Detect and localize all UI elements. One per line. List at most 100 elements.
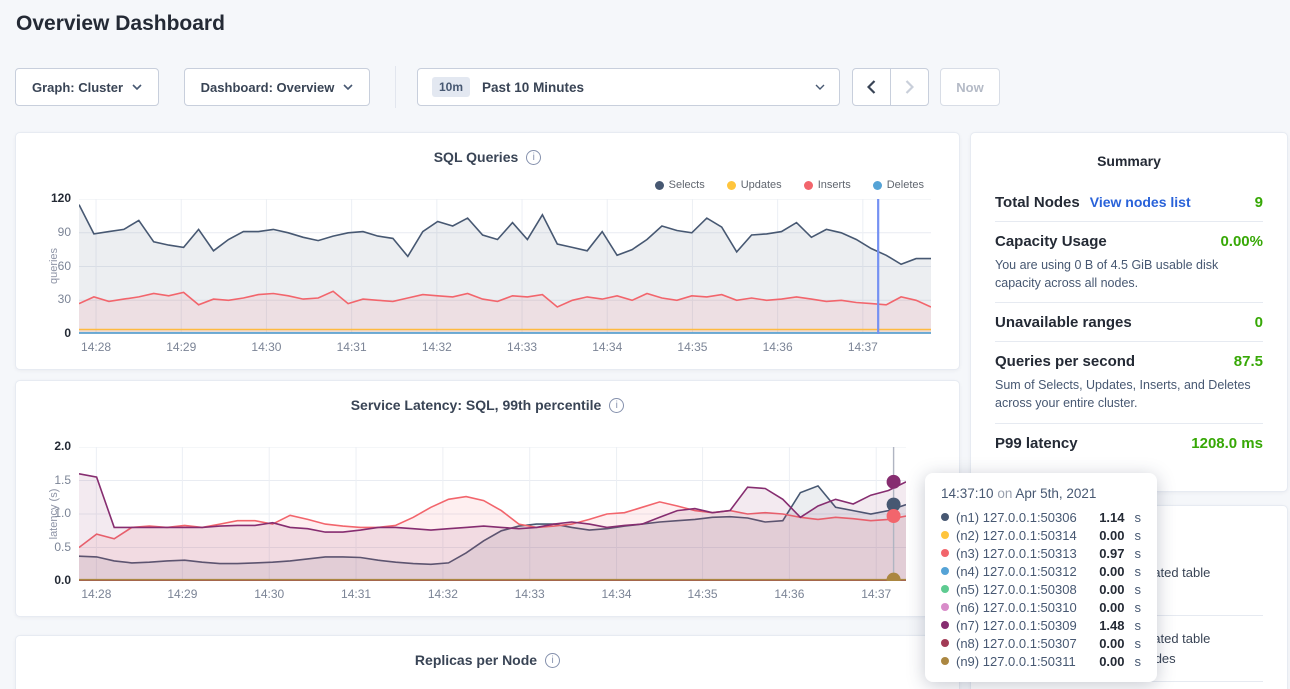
summary-value: 0.00% — [1220, 233, 1263, 250]
x-tick-label: 14:30 — [254, 587, 284, 601]
tooltip-node-label: (n4) 127.0.0.1:50312 — [956, 564, 1077, 579]
tooltip-node-unit: s — [1135, 510, 1142, 525]
tooltip-node-unit: s — [1135, 636, 1142, 651]
dashboard-dropdown-label: Dashboard: Overview — [201, 80, 335, 95]
chevron-right-icon — [905, 80, 914, 94]
chevron-down-icon — [815, 84, 825, 90]
summary-value: 87.5 — [1234, 353, 1263, 370]
summary-value: 0 — [1255, 314, 1263, 331]
tooltip-node-label: (n9) 127.0.0.1:50311 — [956, 654, 1076, 669]
page-title: Overview Dashboard — [16, 12, 225, 36]
node-color-dot — [941, 549, 949, 557]
summary-value: 9 — [1255, 194, 1263, 211]
legend-dot — [873, 181, 882, 190]
tooltip-row: (n4) 127.0.0.1:503120.00s — [941, 562, 1141, 580]
node-color-dot — [941, 621, 949, 629]
tooltip-node-label: (n3) 127.0.0.1:50313 — [956, 546, 1077, 561]
x-tick-label: 14:28 — [81, 340, 111, 354]
time-range-dropdown[interactable]: 10m Past 10 Minutes — [417, 68, 840, 106]
summary-row-capacity-usage: Capacity Usage 0.00% You are using 0 B o… — [995, 222, 1263, 303]
next-time-window-button[interactable] — [890, 68, 929, 106]
x-tick-label: 14:37 — [861, 587, 891, 601]
now-button[interactable]: Now — [940, 68, 1000, 106]
x-tick-label: 14:28 — [81, 587, 111, 601]
summary-subtext: You are using 0 B of 4.5 GiB usable disk… — [995, 256, 1263, 292]
info-icon[interactable]: i — [609, 398, 624, 413]
sql-queries-plot[interactable] — [79, 199, 931, 334]
y-tick-label: 0.5 — [23, 540, 71, 554]
x-tick-label: 14:32 — [422, 340, 452, 354]
tooltip-row: (n1) 127.0.0.1:50306 1.14 s — [941, 508, 1141, 526]
graph-dropdown-label: Graph: Cluster — [32, 80, 123, 95]
summary-row-queries-per-second: Queries per second 87.5 Sum of Selects, … — [995, 342, 1263, 423]
tooltip-node-unit: s — [1135, 528, 1142, 543]
y-tick-label: 2.0 — [23, 439, 71, 453]
previous-time-window-button[interactable] — [852, 68, 891, 106]
legend-item-inserts[interactable]: Inserts — [804, 179, 851, 191]
chart-canvas — [79, 199, 931, 334]
service-latency-card: Service Latency: SQL, 99th percentile i … — [15, 380, 960, 617]
x-tick-label: 14:31 — [341, 587, 371, 601]
dashboard-dropdown[interactable]: Dashboard: Overview — [184, 68, 370, 106]
legend-label: Updates — [741, 179, 782, 191]
summary-value: 1208.0 ms — [1191, 435, 1263, 452]
summary-label: Capacity Usage — [995, 233, 1107, 250]
tooltip-row: (n5) 127.0.0.1:503080.00s — [941, 580, 1141, 598]
legend-item-selects[interactable]: Selects — [655, 179, 705, 191]
node-color-dot — [941, 567, 949, 575]
node-color-dot — [941, 585, 949, 593]
x-tick-label: 14:30 — [251, 340, 281, 354]
crosshair-point — [887, 475, 901, 489]
x-tick-label: 14:35 — [688, 587, 718, 601]
summary-panel: Summary Total Nodes View nodes list 9 Ca… — [970, 132, 1288, 492]
chart-canvas — [79, 447, 906, 581]
node-color-dot — [941, 639, 949, 647]
service-latency-chart-title: Service Latency: SQL, 99th percentile — [351, 397, 602, 413]
chart-hover-tooltip: 14:37:10 on Apr 5th, 2021 (n1) 127.0.0.1… — [925, 473, 1157, 682]
legend-dot — [655, 181, 664, 190]
sql-queries-legend: Selects Updates Inserts Deletes — [655, 179, 924, 191]
view-nodes-list-link[interactable]: View nodes list — [1090, 194, 1191, 210]
y-tick-label: 0.0 — [23, 573, 71, 587]
summary-row-unavailable-ranges: Unavailable ranges 0 — [995, 303, 1263, 342]
y-tick-label: 0 — [23, 326, 71, 340]
tooltip-node-value: 1.14 — [1099, 510, 1124, 525]
summary-label: Unavailable ranges — [995, 314, 1132, 331]
info-icon[interactable]: i — [545, 653, 560, 668]
node-color-dot — [941, 657, 949, 665]
tooltip-node-label: (n6) 127.0.0.1:50310 — [956, 600, 1077, 615]
tooltip-row: (n2) 127.0.0.1:503140.00s — [941, 526, 1141, 544]
node-color-dot — [941, 513, 949, 521]
replicas-per-node-chart-title: Replicas per Node — [415, 652, 537, 668]
summary-row-total-nodes: Total Nodes View nodes list 9 — [995, 183, 1263, 222]
legend-dot — [727, 181, 736, 190]
legend-item-deletes[interactable]: Deletes — [873, 179, 924, 191]
y-tick-label: 30 — [23, 292, 71, 306]
tooltip-row: (n9) 127.0.0.1:503110.00s — [941, 652, 1141, 670]
legend-item-updates[interactable]: Updates — [727, 179, 782, 191]
tooltip-timestamp: 14:37:10 on Apr 5th, 2021 — [941, 486, 1141, 501]
tooltip-node-unit: s — [1135, 618, 1142, 633]
sql-queries-chart-title: SQL Queries — [434, 149, 519, 165]
tooltip-node-unit: s — [1135, 564, 1142, 579]
x-tick-label: 14:29 — [166, 340, 196, 354]
y-tick-label: 60 — [23, 259, 71, 273]
tooltip-node-label: (n1) 127.0.0.1:50306 — [956, 510, 1077, 525]
summary-subtext: Sum of Selects, Updates, Inserts, and De… — [995, 376, 1263, 412]
y-tick-label: 90 — [23, 225, 71, 239]
summary-label: P99 latency — [995, 435, 1078, 452]
y-tick-label: 120 — [23, 191, 71, 205]
time-range-badge: 10m — [432, 77, 470, 97]
summary-row-p99-latency: P99 latency 1208.0 ms — [995, 424, 1263, 462]
x-tick-label: 14:36 — [763, 340, 793, 354]
graph-dropdown[interactable]: Graph: Cluster — [15, 68, 159, 106]
summary-label: Total Nodes — [995, 194, 1080, 211]
legend-dot — [804, 181, 813, 190]
x-tick-label: 14:33 — [507, 340, 537, 354]
info-icon[interactable]: i — [526, 150, 541, 165]
service-latency-plot[interactable] — [79, 447, 906, 581]
tooltip-node-unit: s — [1135, 546, 1142, 561]
tooltip-node-label: (n8) 127.0.0.1:50307 — [956, 636, 1077, 651]
x-tick-label: 14:36 — [774, 587, 804, 601]
legend-label: Deletes — [887, 179, 924, 191]
